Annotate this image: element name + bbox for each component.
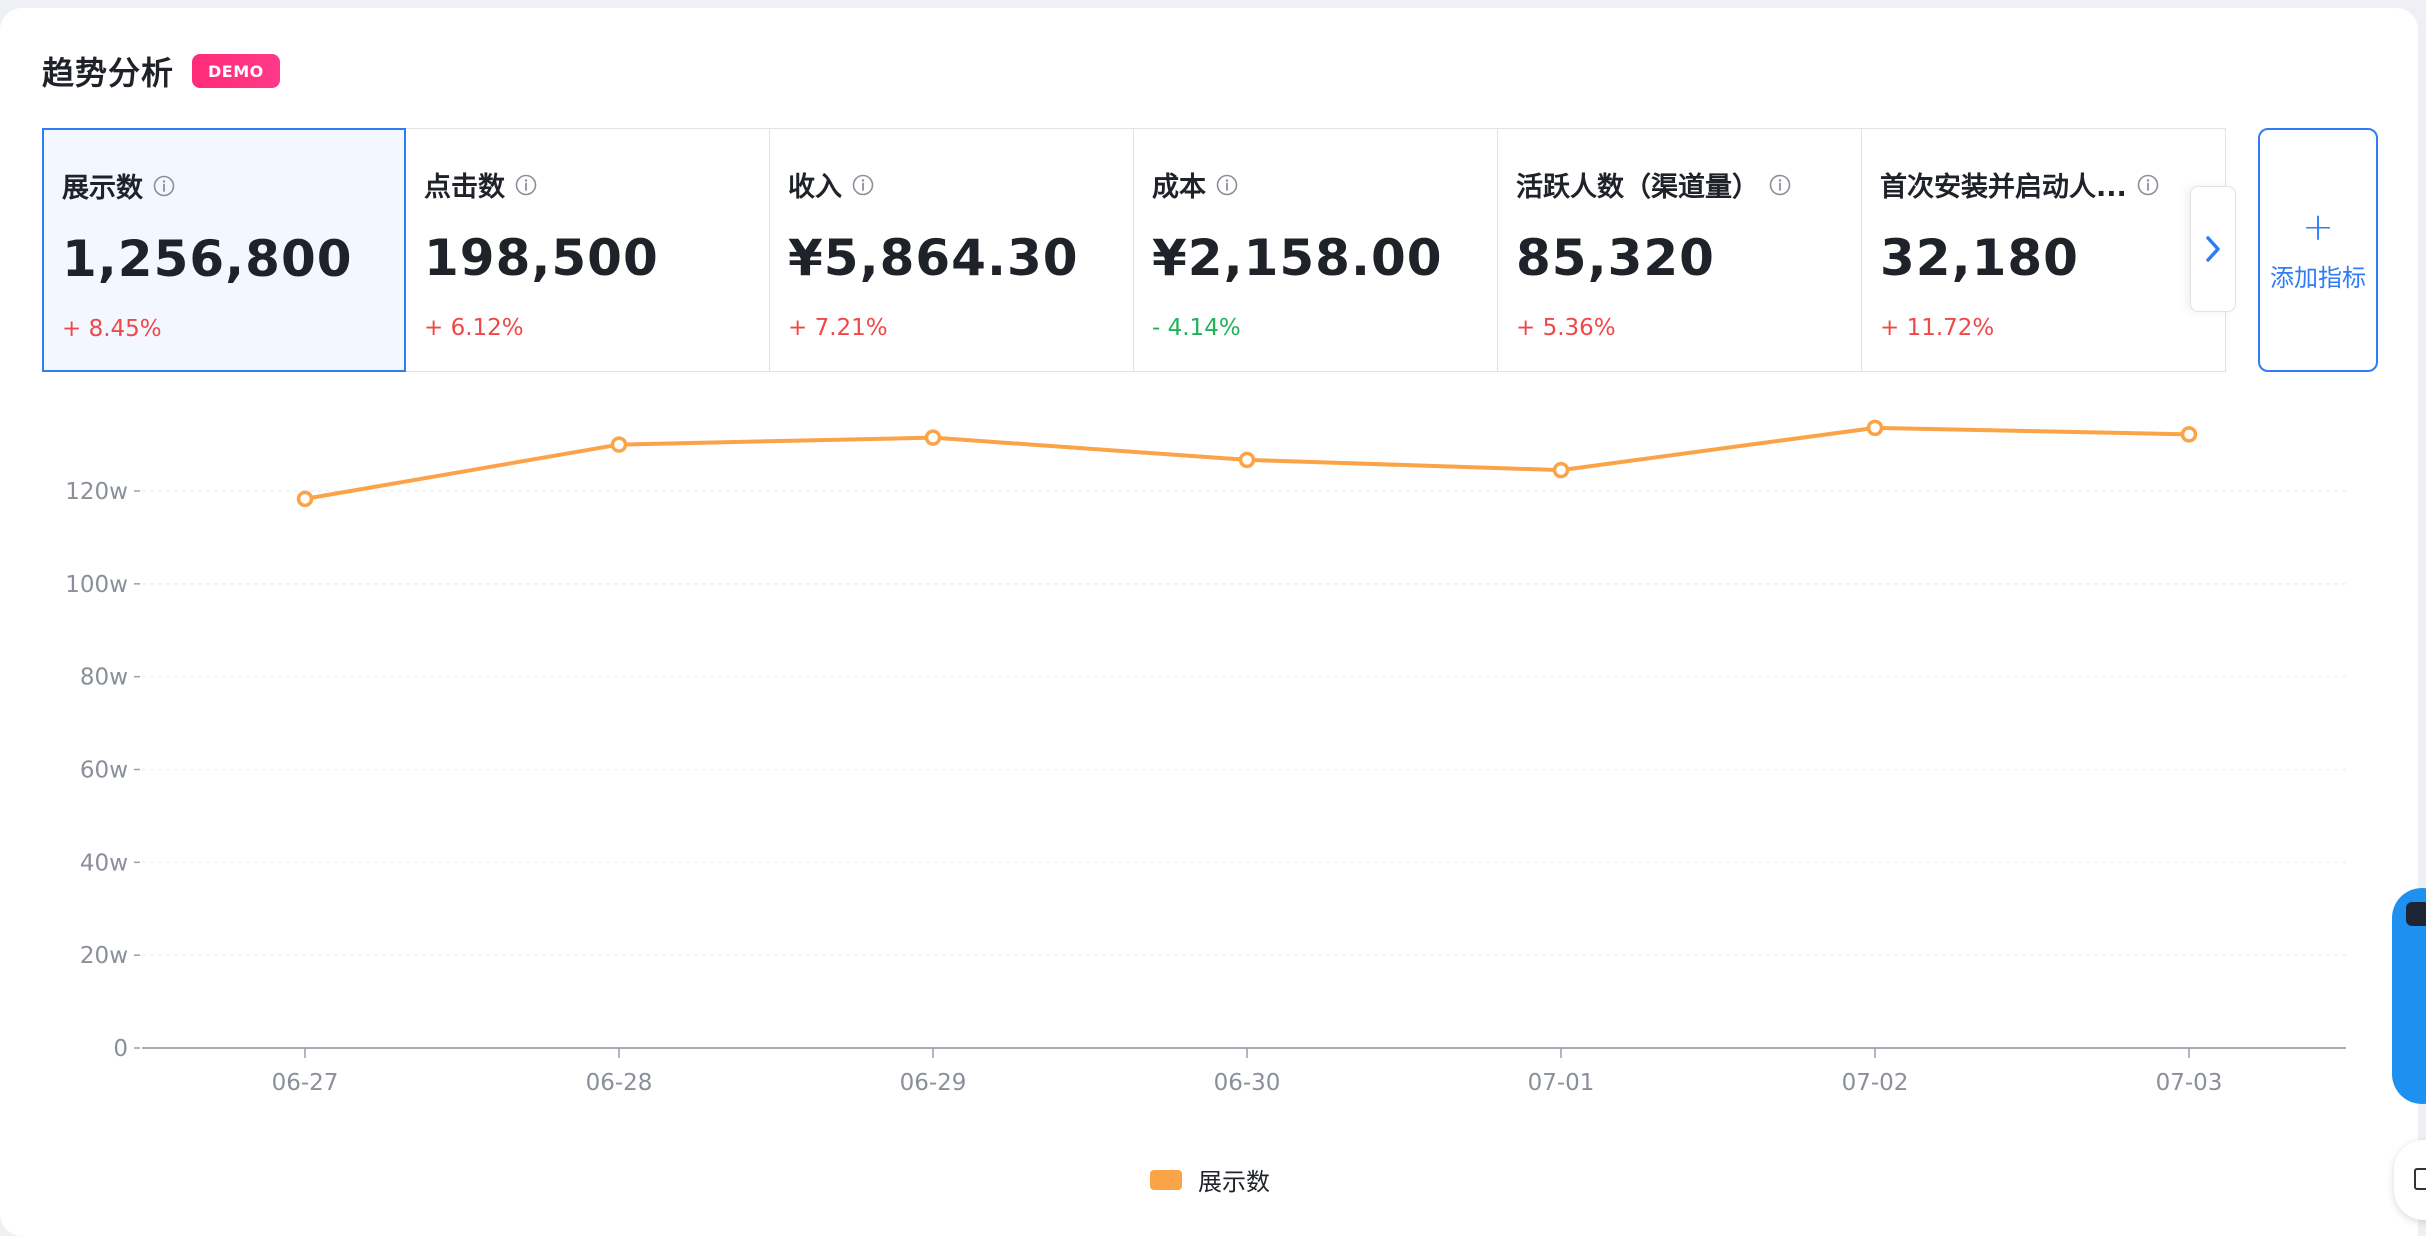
metric-change: + 5.36% [1516,315,1616,341]
panel-header: 趋势分析 DEMO [42,46,280,96]
info-icon[interactable] [153,175,175,197]
metric-change: - 4.14% [1152,315,1241,341]
y-tick-label: 40w [80,850,128,876]
metric-value: 1,256,800 [62,230,353,288]
add-metric-label: 添加指标 [2270,263,2366,292]
metric-header: 成本 [1152,165,1238,204]
data-point[interactable] [2180,426,2198,443]
y-tick-label: 60w [80,758,128,784]
metric-card[interactable]: 成本 ¥2,158.00 - 4.14% [1134,129,1498,371]
metric-header: 点击数 [424,165,537,204]
page-title: 趋势分析 [42,54,175,92]
metric-card[interactable]: 首次安装并启动人... 32,180 + 11.72% [1862,129,2226,371]
metric-card[interactable]: 展示数 1,256,800 + 8.45% [42,128,406,372]
info-icon[interactable] [1216,174,1238,196]
data-point[interactable] [1238,451,1256,469]
legend-label: 展示数 [1198,1168,1270,1196]
x-tick-label: 06-30 [1214,1070,1281,1096]
metric-header: 首次安装并启动人... [1880,165,2159,204]
info-icon[interactable] [515,174,537,196]
metric-card[interactable]: 活跃人数（渠道量） 85,320 + 5.36% [1498,129,1862,371]
info-icon[interactable] [852,174,874,196]
play-icon [2406,902,2426,926]
legend-swatch [1150,1169,1182,1190]
metric-name: 点击数 [424,172,505,203]
chevron-right-icon [2206,236,2220,262]
info-icon[interactable] [2137,174,2159,196]
metric-value: ¥2,158.00 [1152,229,1443,287]
chart-canvas: 0 20w 40w 60w 80w 100w 120w 06-27 06-28 06-29 06-3… [65,419,2346,1096]
metric-name: 首次安装并启动人... [1880,172,2127,203]
y-tick-label: 120w [65,479,128,505]
metric-value: 85,320 [1516,229,1715,287]
metric-change: + 11.72% [1880,315,1995,341]
add-metric-button[interactable]: + 添加指标 [2258,128,2378,372]
y-tick-label: 100w [65,572,128,598]
data-point[interactable] [610,436,628,453]
trend-line-chart: 0 20w 40w 60w 80w 100w 120w 06-27 06-28 06-29 06-3… [0,380,2418,1150]
metric-name: 活跃人数（渠道量） [1516,172,1759,203]
metric-value: ¥5,864.30 [788,229,1079,287]
data-point[interactable] [296,490,314,508]
metric-value: 198,500 [424,229,659,287]
metric-change: + 8.45% [62,316,162,342]
x-tick-label: 06-28 [586,1070,653,1096]
info-icon[interactable] [1769,174,1791,196]
x-tick-label: 06-27 [272,1070,339,1096]
metric-header: 展示数 [62,166,175,205]
metric-name: 展示数 [62,173,143,204]
x-tick-label: 07-01 [1528,1070,1595,1096]
chart-legend[interactable]: 展示数 [1150,1162,1270,1197]
document-icon [2414,1168,2426,1190]
x-tick-label: 07-02 [1842,1070,1909,1096]
plus-icon: + [2302,204,2334,249]
metric-name: 收入 [788,172,842,203]
x-tick-label: 07-03 [2156,1070,2223,1096]
x-tick-label: 06-29 [900,1070,967,1096]
data-point[interactable] [1866,419,1884,437]
y-tick-label: 0 [113,1036,128,1062]
data-point[interactable] [924,429,942,446]
metric-card[interactable]: 点击数 198,500 + 6.12% [406,129,770,371]
metric-header: 活跃人数（渠道量） [1516,165,1791,204]
metric-cards: 展示数 1,256,800 + 8.45% 点击数 198,500 + 6.12% 收入 ¥5… [42,128,2226,372]
metric-value: 32,180 [1880,229,2079,287]
next-metrics-button[interactable] [2190,186,2236,312]
metric-name: 成本 [1152,172,1206,203]
metric-header: 收入 [788,165,874,204]
metric-change: + 7.21% [788,315,888,341]
y-tick-label: 20w [80,943,128,969]
floating-assistant-widget[interactable] [2392,888,2426,1104]
data-point[interactable] [1552,461,1570,479]
metric-change: + 6.12% [424,315,524,341]
demo-badge: DEMO [192,54,280,88]
y-tick-label: 80w [80,665,128,691]
metric-card[interactable]: 收入 ¥5,864.30 + 7.21% [770,129,1134,371]
